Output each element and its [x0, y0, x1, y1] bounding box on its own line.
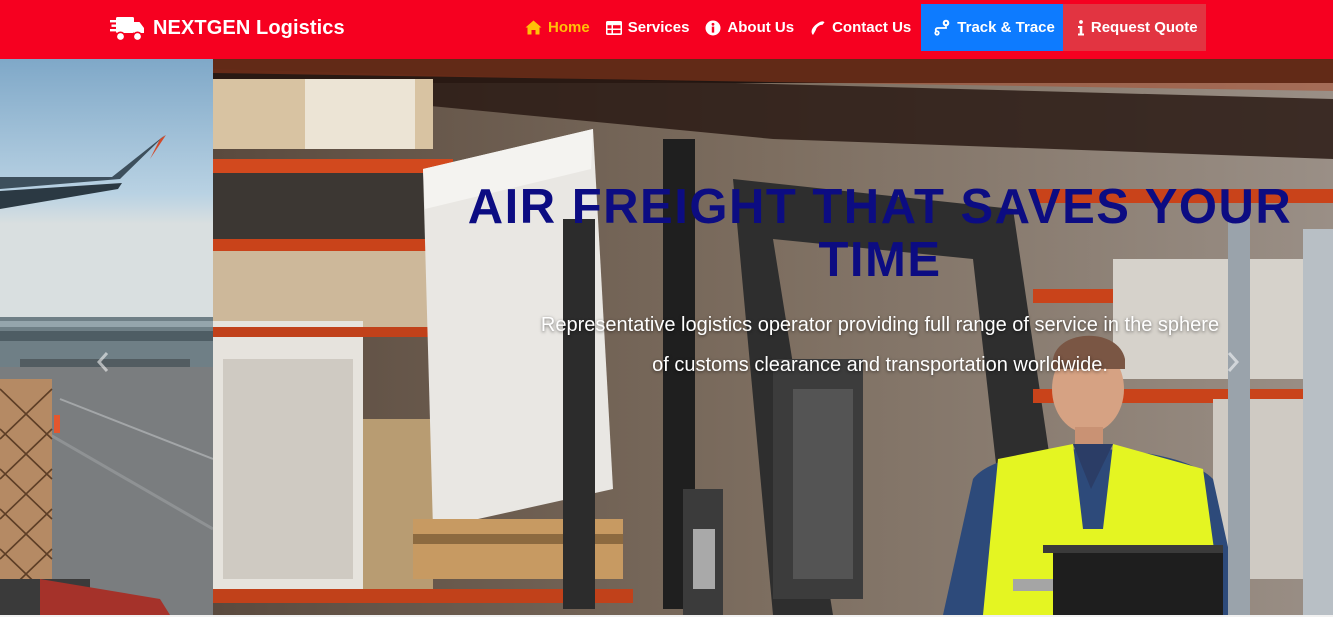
hero-title: AIR FREIGHT THAT SAVES YOUR TIME — [467, 180, 1293, 287]
main-nav: Home Services About Us Contact Us Track … — [517, 4, 1206, 51]
chevron-right-icon — [1226, 351, 1240, 378]
info-icon — [1077, 19, 1085, 36]
carousel-next-control[interactable] — [1218, 349, 1248, 379]
nav-contact-label: Contact Us — [832, 19, 912, 36]
route-icon — [933, 19, 951, 36]
request-quote-label: Request Quote — [1090, 19, 1198, 36]
brand-logo-link[interactable]: NEXTGEN Logistics — [110, 12, 345, 44]
info-circle-icon — [705, 20, 721, 36]
nav-about-link[interactable]: About Us — [697, 4, 802, 51]
phone-icon — [810, 20, 826, 36]
hero-caption: AIR FREIGHT THAT SAVES YOUR TIME Represe… — [455, 181, 1305, 385]
brand-name: NEXTGEN Logistics — [153, 16, 345, 39]
table-icon — [605, 20, 622, 35]
track-trace-label: Track & Trace — [957, 19, 1055, 36]
nav-about-label: About Us — [727, 19, 795, 36]
hero-carousel: AIR FREIGHT THAT SAVES YOUR TIME Represe… — [0, 59, 1333, 615]
nav-home-link[interactable]: Home — [517, 4, 598, 51]
nav-home-label: Home — [548, 19, 590, 36]
nav-services-label: Services — [627, 19, 690, 36]
chevron-left-icon — [96, 351, 110, 378]
previous-slide-image — [0, 59, 213, 615]
hero-subtitle: Representative logistics operator provid… — [540, 314, 1220, 376]
nav-contact-link[interactable]: Contact Us — [802, 4, 919, 51]
navbar: NEXTGEN Logistics Home Services About Us… — [0, 0, 1333, 59]
track-trace-button[interactable]: Track & Trace — [921, 4, 1063, 51]
carousel-prev-control[interactable] — [88, 349, 118, 379]
nav-services-link[interactable]: Services — [598, 4, 698, 51]
truck-icon — [110, 14, 145, 42]
home-icon — [525, 20, 542, 35]
request-quote-button[interactable]: Request Quote — [1062, 4, 1206, 51]
